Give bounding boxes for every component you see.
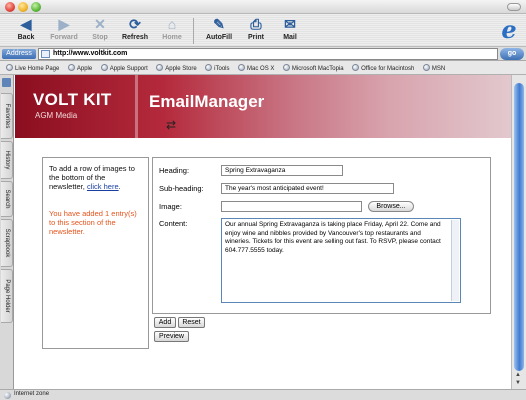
heading-input[interactable]: Spring Extravaganza (221, 165, 343, 176)
favorite-globe-icon (100, 64, 108, 71)
favorite-link[interactable]: iTools (205, 64, 230, 72)
page-content: VOLT KIT AGM Media EmailManager ⇄ To add… (15, 75, 511, 389)
tab-scrapbook[interactable]: Scrapbook (1, 219, 13, 267)
internet-zone-icon (4, 392, 11, 399)
favorite-link[interactable]: Apple Store (156, 64, 197, 72)
forward-arrow-icon: ▶ (58, 16, 70, 32)
add-button[interactable]: Add (154, 317, 176, 328)
url-text: http://www.voltkit.com (53, 50, 128, 57)
toolbar-separator (193, 18, 194, 44)
tab-search[interactable]: Search (1, 181, 13, 217)
favorite-globe-icon (352, 64, 360, 71)
close-window-button[interactable] (5, 2, 15, 12)
home-button[interactable]: ⌂ Home (152, 16, 192, 41)
forward-button[interactable]: ▶ Forward (44, 16, 84, 41)
tab-page-holder[interactable]: Page Holder (1, 269, 13, 323)
favorite-globe-icon (238, 64, 246, 71)
favorite-link[interactable]: Mac OS X (238, 64, 274, 72)
help-text: To add a row of images to the bottom of … (49, 164, 135, 191)
image-label: Image: (159, 202, 182, 211)
status-bar: Internet zone (0, 389, 526, 400)
address-bar: Address http://www.voltkit.com go (0, 47, 526, 61)
minimize-window-button[interactable] (18, 2, 28, 12)
scrollbar-thumb[interactable] (514, 83, 524, 371)
app-title: EmailManager (149, 92, 265, 111)
go-button[interactable]: go (500, 48, 524, 60)
printer-icon: ⎙ (250, 16, 262, 32)
page-icon (41, 50, 50, 58)
zoom-window-button[interactable] (31, 2, 41, 12)
browser-toolbar: ◀ Back ▶ Forward ✕ Stop ⟳ Refresh ⌂ Home… (0, 14, 526, 47)
autofill-icon: ✎ (213, 16, 225, 32)
favorite-globe-icon (422, 64, 430, 71)
scroll-up-arrow-icon[interactable]: ▲ (515, 372, 521, 378)
window-titlebar (0, 0, 526, 14)
banner-divider (135, 75, 138, 138)
favorite-globe-icon (205, 64, 213, 71)
favorite-link[interactable]: Live Home Page (6, 64, 59, 72)
image-file-input[interactable] (221, 201, 362, 212)
favorite-link[interactable]: MSN (422, 64, 445, 72)
address-label: Address (2, 49, 36, 59)
stop-button[interactable]: ✕ Stop (80, 16, 120, 41)
favorite-link[interactable]: Microsoft MacTopia (282, 64, 344, 72)
subheading-input[interactable]: The year's most anticipated event! (221, 183, 394, 194)
favorite-globe-icon (282, 64, 290, 71)
browse-button[interactable]: Browse... (368, 201, 414, 212)
url-input[interactable]: http://www.voltkit.com (38, 48, 498, 60)
favorite-globe-icon (6, 64, 13, 71)
autofill-button[interactable]: ✎ AutoFill (199, 16, 239, 41)
tab-history[interactable]: History (1, 141, 13, 179)
explorer-bar: Favorites History Search Scrapbook Page … (0, 75, 14, 389)
mail-button[interactable]: ✉ Mail (270, 16, 310, 41)
favorite-link[interactable]: Apple (67, 64, 92, 72)
help-panel: To add a row of images to the bottom of … (42, 157, 149, 349)
favorite-link[interactable]: Office for Macintosh (352, 64, 414, 72)
tab-favorites[interactable]: Favorites (1, 93, 13, 139)
favorite-globe-icon (67, 64, 75, 71)
swap-arrows-icon: ⇄ (166, 118, 177, 132)
content-text: Our annual Spring Extravaganza is taking… (225, 221, 441, 254)
click-here-link[interactable]: click here (87, 182, 119, 191)
site-logo: VOLT KIT (33, 90, 112, 109)
toolbar-toggle-button[interactable] (507, 3, 521, 11)
reset-button[interactable]: Reset (178, 317, 205, 328)
site-subtitle: AGM Media (35, 111, 78, 120)
home-icon: ⌂ (167, 16, 177, 32)
site-banner: VOLT KIT AGM Media EmailManager ⇄ (15, 75, 511, 138)
explorer-bar-toggle-icon[interactable] (2, 78, 11, 87)
stop-x-icon: ✕ (94, 16, 106, 32)
entries-notice: You have added 1 entry(s) to this sectio… (49, 209, 137, 236)
content-textarea[interactable]: Our annual Spring Extravaganza is taking… (221, 218, 461, 303)
status-text: Internet zone (14, 391, 50, 397)
internet-explorer-logo-icon: e (501, 15, 517, 44)
refresh-icon: ⟳ (129, 16, 141, 32)
page-scrollbar[interactable]: ▲ ▼ (511, 75, 526, 389)
refresh-button[interactable]: ⟳ Refresh (115, 16, 155, 41)
favorite-link[interactable]: Apple Support (100, 64, 148, 72)
back-button[interactable]: ◀ Back (6, 16, 46, 41)
favorites-bar: Live Home Page Apple Apple Support Apple… (0, 61, 526, 75)
textarea-scrollbar[interactable] (451, 220, 459, 301)
scroll-down-arrow-icon[interactable]: ▼ (515, 380, 521, 386)
mail-icon: ✉ (284, 16, 296, 32)
subheading-label: Sub-heading: (159, 184, 204, 193)
back-arrow-icon: ◀ (20, 16, 32, 32)
preview-button[interactable]: Preview (154, 331, 189, 342)
content-label: Content: (159, 219, 188, 228)
heading-label: Heading: (159, 166, 190, 175)
newsletter-form: Heading: Spring Extravaganza Sub-heading… (152, 157, 491, 314)
favorite-globe-icon (156, 64, 164, 71)
